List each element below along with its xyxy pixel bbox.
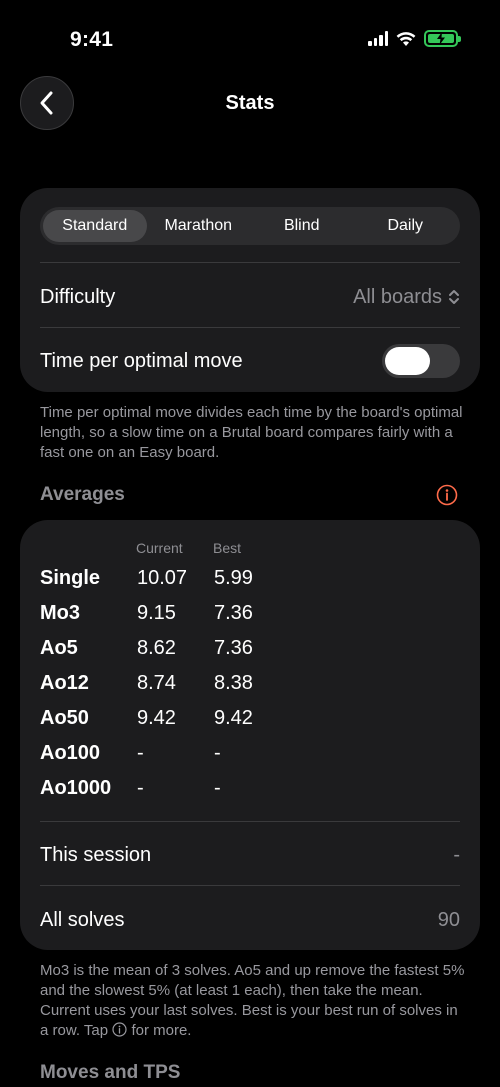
average-row-mo3: Mo3 9.15 7.36	[40, 602, 460, 632]
average-row-ao5: Ao5 8.62 7.36	[40, 637, 460, 667]
battery-charging-icon	[424, 30, 461, 47]
average-label: Ao1000	[40, 777, 112, 799]
status-bar: 9:41	[0, 0, 500, 82]
average-current: 8.62	[137, 637, 176, 659]
average-current: 9.42	[137, 707, 176, 729]
settings-card: Standard Marathon Blind Daily Difficulty…	[20, 188, 480, 392]
navigation-bar: Stats	[0, 76, 500, 134]
average-row-ao12: Ao12 8.74 8.38	[40, 672, 460, 702]
averages-card: Current Best Single 10.07 5.99 Mo3 9.15 …	[20, 520, 480, 950]
average-row-ao50: Ao50 9.42 9.42	[40, 707, 460, 737]
this-session-label: This session	[40, 843, 152, 866]
this-session-row: This session -	[40, 838, 460, 872]
average-best: -	[214, 777, 221, 799]
average-label: Single	[40, 567, 101, 589]
wifi-icon	[396, 31, 416, 46]
all-solves-value: 90	[437, 908, 460, 931]
average-best: 5.99	[214, 567, 253, 589]
averages-footnote: Mo3 is the mean of 3 solves. Ao5 and up …	[40, 961, 465, 1041]
difficulty-label: Difficulty	[40, 285, 116, 308]
average-label: Ao12	[40, 672, 89, 694]
tpom-label: Time per optimal move	[40, 349, 243, 372]
average-label: Ao5	[40, 637, 78, 659]
average-label: Mo3	[40, 602, 80, 624]
this-session-value: -	[453, 843, 460, 866]
settings-footnote: Time per optimal move divides each time …	[40, 404, 463, 461]
average-current: -	[137, 742, 144, 764]
average-current: 8.74	[137, 672, 176, 694]
status-time: 9:41	[70, 28, 114, 51]
average-best: -	[214, 742, 221, 764]
moves-tps-header: Moves and TPS	[40, 1062, 181, 1083]
divider	[40, 327, 460, 328]
all-solves-row: All solves 90	[40, 903, 460, 937]
tpom-row: Time per optimal move	[40, 344, 460, 378]
average-current: -	[137, 777, 144, 799]
average-best: 7.36	[214, 637, 253, 659]
average-label: Ao100	[40, 742, 101, 764]
all-solves-label: All solves	[40, 908, 125, 931]
cellular-signal-icon	[368, 31, 388, 46]
averages-footnote-tail: for more.	[131, 1022, 192, 1039]
toggle-knob	[385, 347, 430, 375]
chevron-up-down-icon	[449, 290, 459, 304]
divider	[40, 262, 460, 263]
difficulty-picker[interactable]: All boards	[353, 286, 460, 309]
tab-daily[interactable]: Daily	[354, 210, 458, 242]
average-label: Ao50	[40, 707, 89, 729]
page-title: Stats	[225, 92, 275, 114]
averages-header: Averages	[40, 484, 125, 505]
divider	[40, 885, 460, 886]
averages-footnote-text: Mo3 is the mean of 3 solves. Ao5 and up …	[40, 962, 465, 1039]
average-row-ao100: Ao100 - -	[40, 742, 460, 772]
tpom-toggle[interactable]	[382, 344, 460, 378]
tab-marathon[interactable]: Marathon	[147, 210, 251, 242]
tab-standard[interactable]: Standard	[43, 210, 147, 242]
average-row-ao1000: Ao1000 - -	[40, 777, 460, 807]
tab-blind[interactable]: Blind	[250, 210, 354, 242]
difficulty-row[interactable]: Difficulty All boards	[40, 280, 460, 314]
average-best: 8.38	[214, 672, 253, 694]
average-row-single: Single 10.07 5.99	[40, 567, 460, 597]
average-best: 7.36	[214, 602, 253, 624]
info-icon[interactable]	[436, 484, 458, 506]
info-icon	[112, 1022, 127, 1037]
average-best: 9.42	[214, 707, 253, 729]
status-icons	[368, 30, 461, 47]
average-current: 10.07	[137, 567, 188, 589]
divider	[40, 821, 460, 822]
column-header-best: Best	[213, 540, 242, 556]
average-current: 9.15	[137, 602, 176, 624]
column-header-current: Current	[136, 540, 183, 556]
mode-segmented-control: Standard Marathon Blind Daily	[40, 207, 460, 245]
difficulty-value: All boards	[353, 285, 442, 308]
